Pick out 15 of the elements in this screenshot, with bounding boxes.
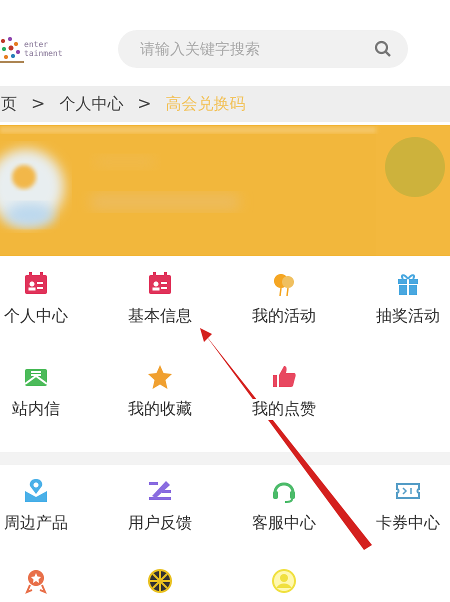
breadcrumb-link[interactable]: 页 (1, 94, 17, 114)
breadcrumb-link[interactable]: 个人中心 (59, 94, 124, 114)
search-field[interactable]: 请输入关键字搜索 (118, 30, 408, 68)
user-circle-icon (270, 567, 298, 595)
star-icon (146, 363, 174, 391)
chevron-separator: > (137, 94, 152, 114)
menu-item-label[interactable]: 我的点赞 (252, 399, 316, 420)
location-envelope-icon (22, 477, 50, 505)
chevron-separator: > (31, 94, 46, 114)
wheel-icon (146, 567, 174, 595)
logo-text: enter (24, 40, 50, 49)
logo-text: tainment (24, 49, 63, 58)
search-icon (374, 40, 392, 58)
medal-icon (22, 567, 50, 595)
logo-icon (0, 35, 24, 63)
